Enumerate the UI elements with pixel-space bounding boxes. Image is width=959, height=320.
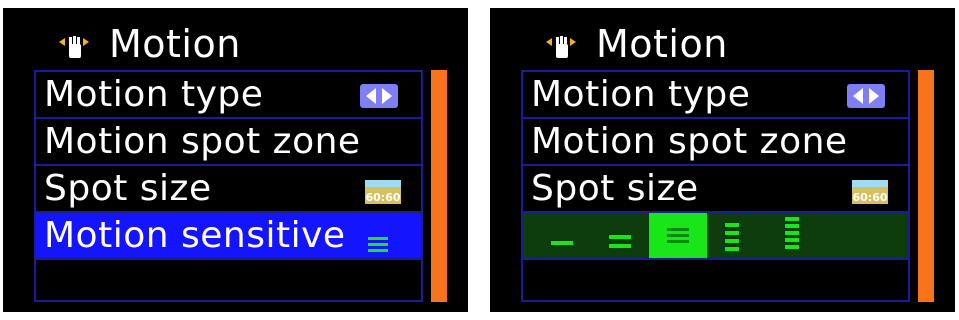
menu-header: Motion xyxy=(3,8,468,70)
menu-item-label: Motion sensitive xyxy=(44,215,346,256)
menu-title: Motion xyxy=(596,22,728,66)
spot-size-icon-text: 60:60 xyxy=(365,191,400,204)
left-right-arrows-icon[interactable] xyxy=(360,84,398,108)
sensitivity-level-5[interactable] xyxy=(785,217,799,249)
menu-item-motion-spot-zone[interactable]: Motion spot zone xyxy=(523,119,908,166)
menu-item-motion-type[interactable]: Motion type xyxy=(523,72,908,119)
spot-size-icon-text: 60:60 xyxy=(852,191,887,204)
motion-menu-panel-left: Motion Motion type Motion spot zone Spot… xyxy=(3,8,468,312)
sensitivity-level-3[interactable] xyxy=(649,213,707,258)
sensitivity-level-icon[interactable] xyxy=(366,233,390,255)
menu-item-label: Motion spot zone xyxy=(531,121,848,162)
sensitivity-slider[interactable] xyxy=(523,213,908,260)
menu-item-spot-size[interactable]: Spot size 60:60 xyxy=(523,166,908,213)
motion-menu-panel-right: Motion Motion type Motion spot zone Spot… xyxy=(490,8,955,312)
sensitivity-level-4[interactable] xyxy=(725,223,739,251)
menu-item-motion-type[interactable]: Motion type xyxy=(36,72,421,119)
menu-item-label: Spot size xyxy=(531,168,699,209)
menu-header: Motion xyxy=(490,8,955,70)
menu-list: Motion type Motion spot zone Spot size 6… xyxy=(521,70,910,302)
hand-icon xyxy=(59,36,89,58)
left-right-arrows-icon[interactable] xyxy=(847,84,885,108)
scrollbar[interactable] xyxy=(431,70,447,302)
spot-size-icon[interactable]: 60:60 xyxy=(365,180,401,204)
menu-title: Motion xyxy=(109,22,241,66)
menu-item-motion-sensitive[interactable]: Motion sensitive xyxy=(36,213,421,260)
menu-list: Motion type Motion spot zone Spot size 6… xyxy=(34,70,423,302)
hand-icon xyxy=(546,36,576,58)
menu-item-motion-spot-zone[interactable]: Motion spot zone xyxy=(36,119,421,166)
menu-item-label: Motion type xyxy=(531,74,751,115)
menu-item-empty xyxy=(523,260,908,300)
scrollbar[interactable] xyxy=(918,70,934,302)
spot-size-icon[interactable]: 60:60 xyxy=(852,180,888,204)
menu-item-empty xyxy=(36,260,421,300)
sensitivity-level-2[interactable] xyxy=(609,235,631,248)
menu-item-label: Spot size xyxy=(44,168,212,209)
sensitivity-level-1[interactable] xyxy=(551,241,573,245)
menu-item-label: Motion type xyxy=(44,74,264,115)
menu-item-label: Motion spot zone xyxy=(44,121,361,162)
menu-item-spot-size[interactable]: Spot size 60:60 xyxy=(36,166,421,213)
